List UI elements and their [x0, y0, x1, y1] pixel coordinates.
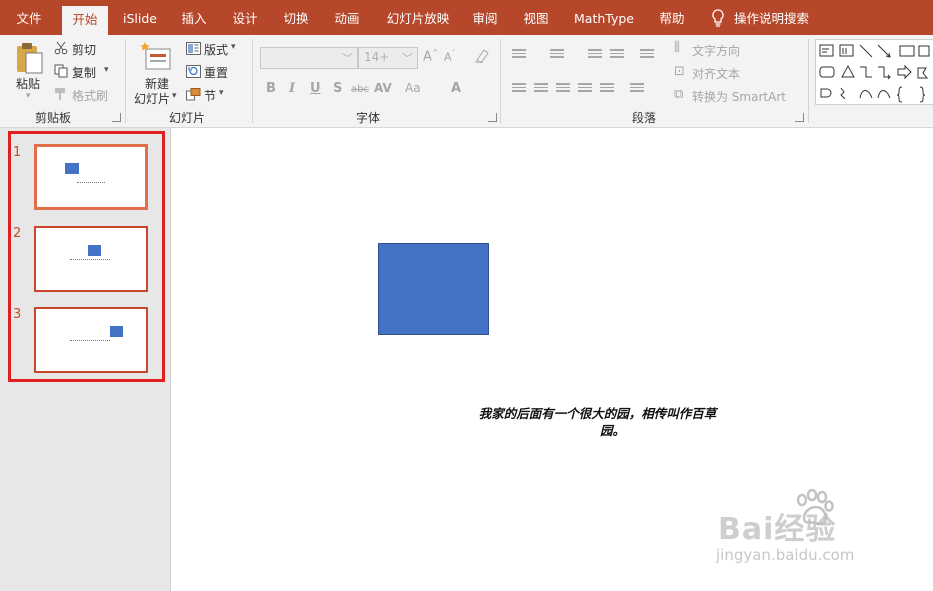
increase-indent-icon[interactable] [610, 49, 624, 61]
layout-button[interactable]: 版式 [204, 41, 228, 58]
align-left-icon[interactable] [512, 83, 526, 95]
shadow-button[interactable]: S [333, 81, 342, 96]
change-case-button[interactable]: Aa [405, 81, 421, 95]
bullets-icon[interactable] [512, 49, 526, 61]
font-size-value: 14+ [364, 50, 390, 64]
font-name-combo[interactable]: ﹀ [260, 47, 358, 69]
increase-font-icon[interactable]: A^ [423, 48, 439, 64]
paste-icon[interactable] [14, 41, 44, 78]
font-size-combo[interactable]: 14+ ﹀ [358, 47, 418, 69]
justify-icon[interactable] [578, 83, 592, 95]
numbering-icon[interactable] [550, 49, 564, 61]
ribbon-divider [500, 39, 501, 123]
paste-dropdown-icon[interactable]: ▾ [26, 91, 31, 101]
cut-button[interactable]: 剪切 [72, 41, 96, 58]
smartart-icon: ⧉ [674, 87, 684, 102]
bold-button[interactable]: B [266, 81, 276, 96]
font-launcher-icon[interactable] [488, 113, 497, 122]
strikethrough-button[interactable]: abc [351, 84, 369, 95]
lightbulb-icon [711, 9, 725, 30]
tab-review[interactable]: 审阅 [465, 0, 505, 35]
layout-icon [186, 42, 201, 58]
copy-icon [54, 64, 68, 81]
decrease-font-icon[interactable]: Aˇ [444, 49, 456, 64]
shapes-gallery[interactable] [815, 39, 933, 105]
font-group-label: 字体 [356, 111, 381, 125]
tell-me-search[interactable]: 操作说明搜索 [734, 0, 818, 35]
tab-animations[interactable]: 动画 [327, 0, 367, 35]
paragraph-launcher-icon[interactable] [795, 113, 804, 122]
section-icon [186, 88, 201, 104]
font-color-button[interactable]: A [451, 81, 461, 96]
slide-text-box[interactable]: 我家的后面有一个很大的园，相传叫作百草 园。 [455, 405, 740, 439]
ribbon-divider [252, 39, 253, 123]
tab-view[interactable]: 视图 [516, 0, 556, 35]
slide-rectangle-shape[interactable] [378, 243, 489, 335]
align-right-icon[interactable] [556, 83, 570, 95]
tab-file[interactable]: 文件 [8, 0, 50, 35]
ribbon-tab-bar: 文件 开始 iSlide 插入 设计 切换 动画 幻灯片放映 审阅 视图 Mat… [0, 0, 933, 35]
slide-text-line-1: 我家的后面有一个很大的园，相传叫作百草 [478, 406, 717, 421]
paste-label[interactable]: 粘贴 [16, 75, 40, 92]
text-direction-icon: ⫼ [674, 40, 680, 55]
align-text-button[interactable]: 对齐文本 [692, 65, 740, 82]
reset-button[interactable]: 重置 [204, 64, 228, 81]
distribute-icon[interactable] [600, 83, 614, 95]
tab-home[interactable]: 开始 [62, 6, 108, 35]
align-center-icon[interactable] [534, 83, 548, 95]
section-button[interactable]: 节 [204, 87, 216, 104]
char-spacing-button[interactable]: AV [374, 81, 392, 95]
underline-button[interactable]: U [310, 81, 321, 96]
reset-icon [186, 65, 201, 81]
slide-text-line-2: 园。 [599, 423, 625, 438]
new-slide-icon[interactable] [140, 41, 172, 74]
text-direction-button[interactable]: 文字方向 [692, 42, 740, 59]
tab-transitions[interactable]: 切换 [276, 0, 316, 35]
format-painter-button[interactable]: 格式刷 [72, 87, 108, 104]
tab-help[interactable]: 帮助 [652, 0, 692, 35]
watermark-url: jingyan.baidu.com [716, 546, 855, 564]
scissors-icon [54, 41, 68, 58]
tab-insert[interactable]: 插入 [174, 0, 214, 35]
section-dropdown-icon[interactable]: ▾ [219, 88, 224, 98]
clear-format-icon[interactable] [474, 47, 490, 67]
copy-dropdown-icon[interactable]: ▾ [104, 65, 109, 75]
layout-dropdown-icon[interactable]: ▾ [231, 42, 236, 52]
convert-smartart-button[interactable]: 转换为 SmartArt [692, 88, 786, 105]
new-slide-dropdown-icon[interactable]: ▾ [172, 91, 177, 101]
align-text-icon: ⊡ [674, 64, 685, 79]
copy-button[interactable]: 复制 [72, 64, 96, 81]
new-slide-label-2[interactable]: 幻灯片 [134, 90, 170, 107]
tab-design[interactable]: 设计 [225, 0, 265, 35]
baidu-jingyan-watermark: Bai经验 jingyan.baidu.com [712, 488, 902, 578]
clipboard-launcher-icon[interactable] [112, 113, 121, 122]
columns-icon[interactable] [630, 83, 644, 95]
clipboard-group-label: 剪贴板 [35, 111, 72, 125]
ribbon-divider [808, 39, 809, 123]
paragraph-group-label: 段落 [632, 111, 657, 125]
line-spacing-icon[interactable] [640, 49, 654, 61]
watermark-brand: Bai经验 [718, 512, 837, 547]
tab-mathtype[interactable]: MathType [568, 0, 640, 35]
slides-group-label: 幻灯片 [169, 111, 206, 125]
format-painter-icon [54, 87, 68, 104]
selection-highlight-box [8, 131, 165, 382]
tab-slideshow[interactable]: 幻灯片放映 [380, 0, 456, 35]
italic-button[interactable]: I [289, 81, 295, 96]
ribbon-divider [125, 39, 126, 123]
tab-islide[interactable]: iSlide [118, 0, 162, 35]
ribbon: 粘贴 ▾ 剪切 复制 ▾ 格式刷 剪贴板 新建 幻灯片 ▾ 版式 ▾ 重置 节 … [0, 35, 933, 128]
decrease-indent-icon[interactable] [588, 49, 602, 61]
